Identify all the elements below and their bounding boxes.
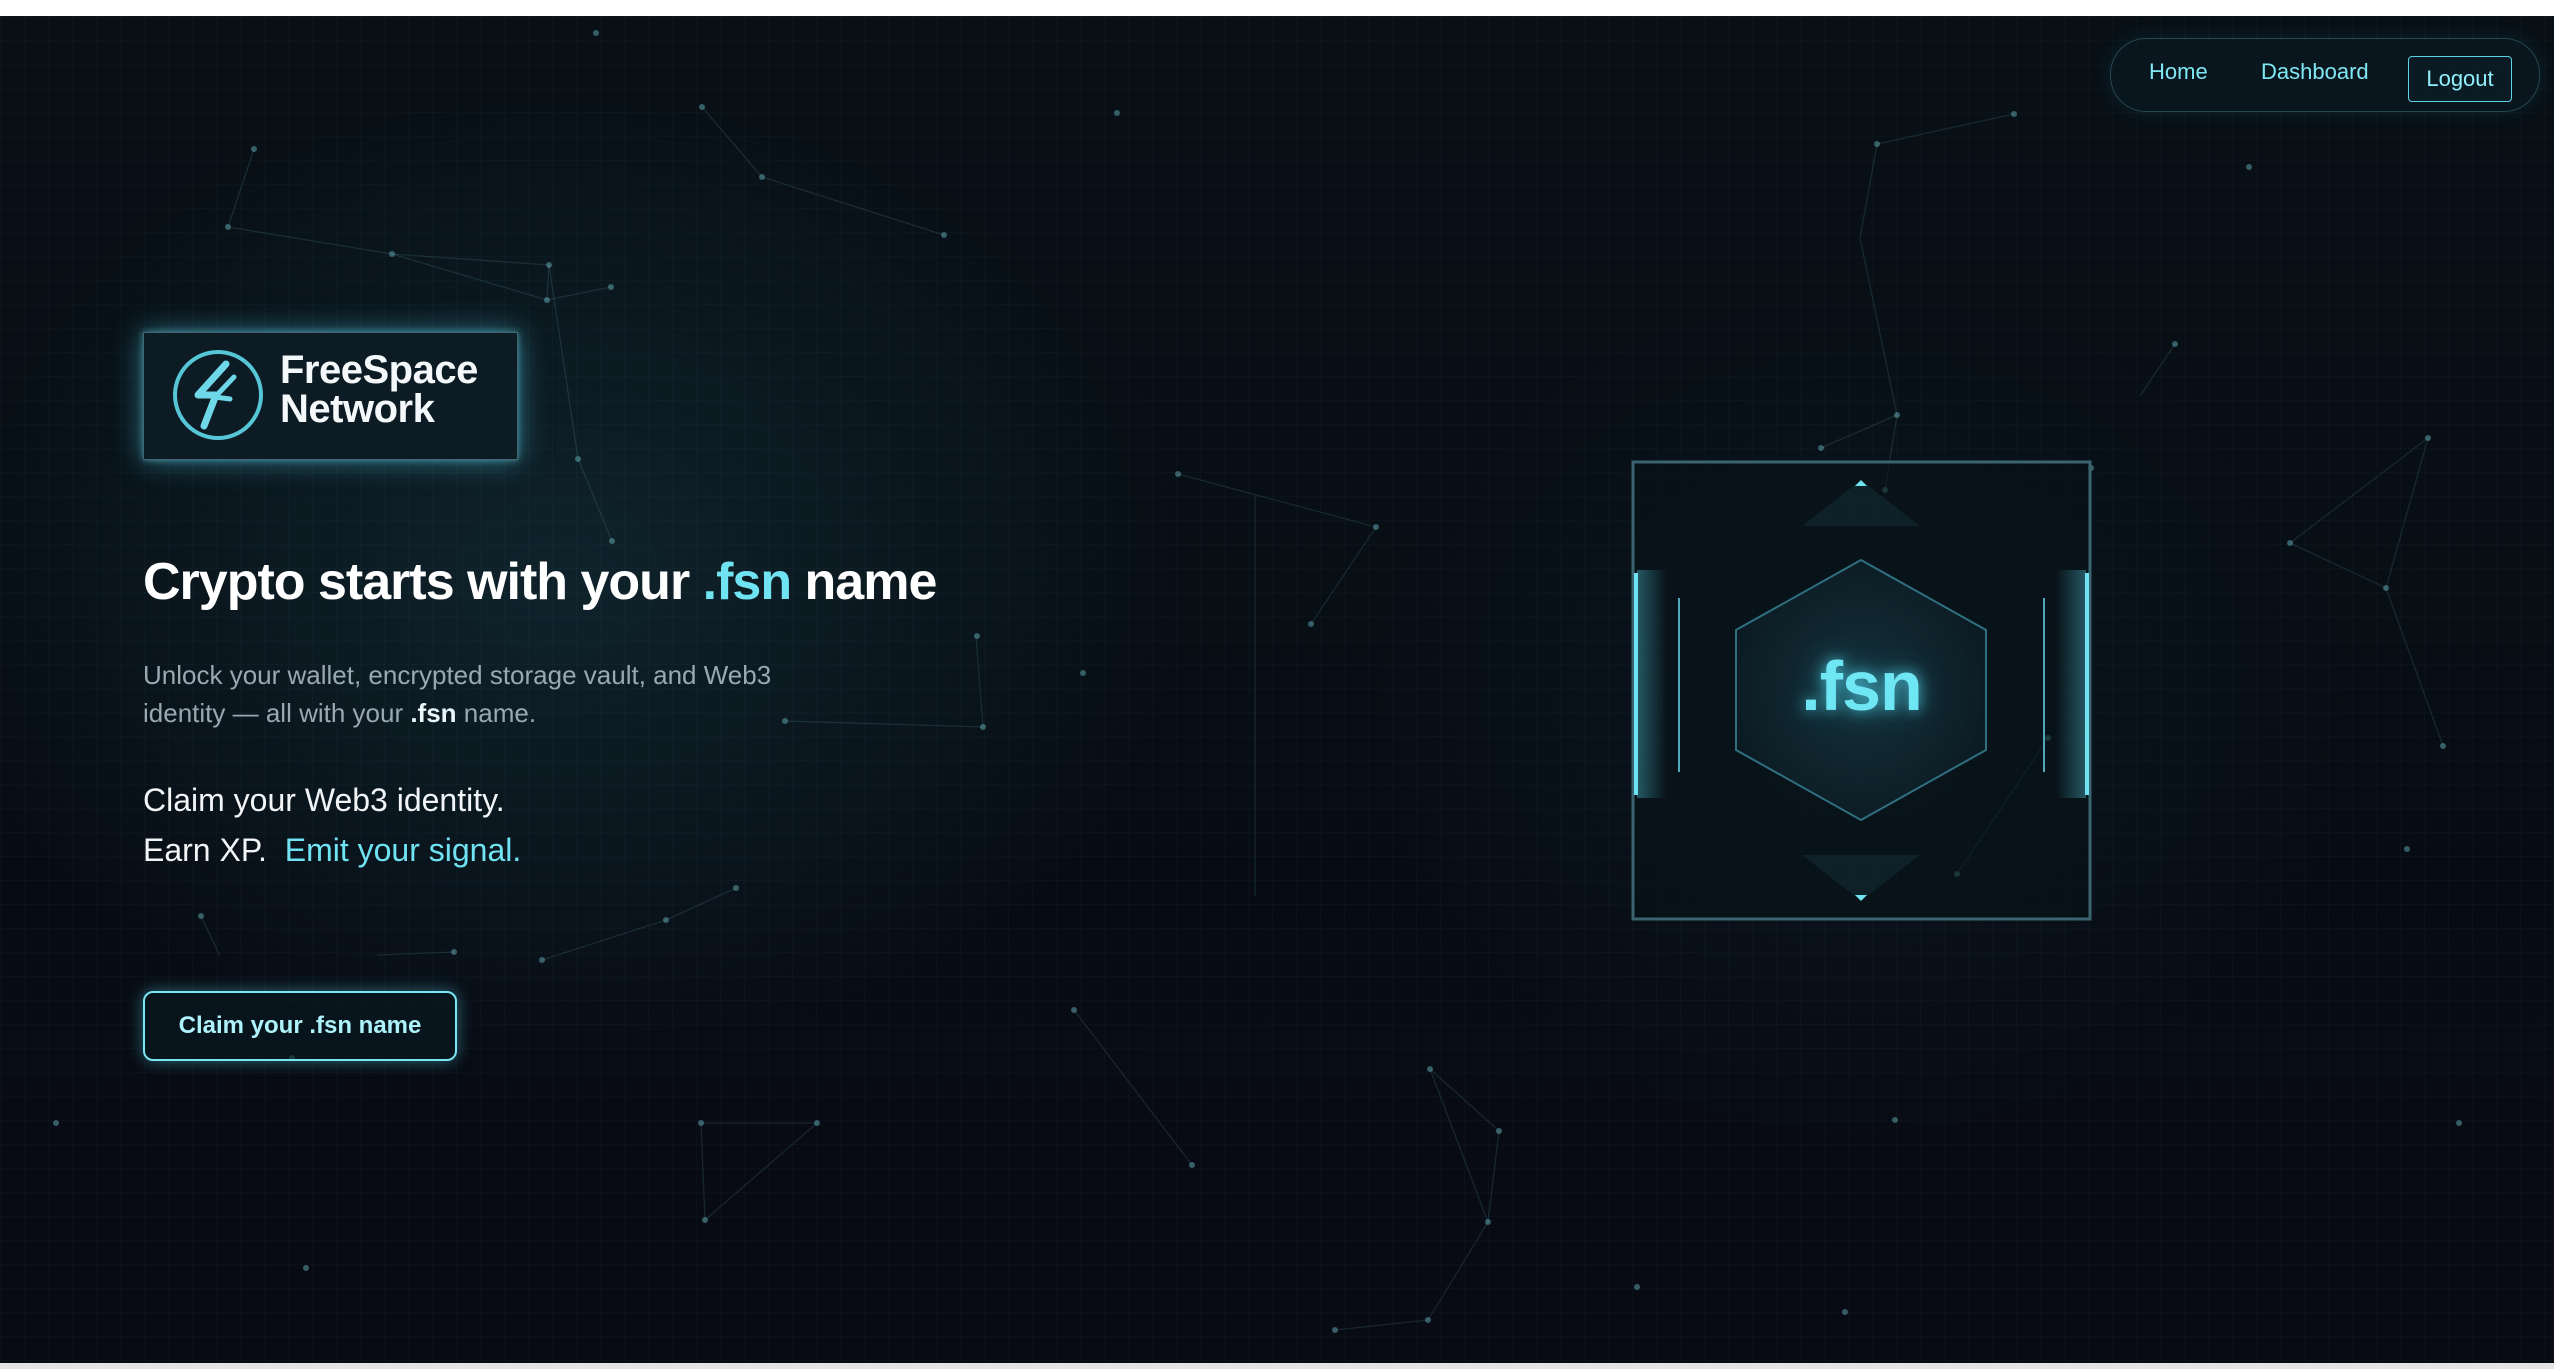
description-end: name. (456, 698, 537, 728)
brand-logo[interactable]: FreeSpace Network (143, 332, 518, 460)
hero-headline: Crypto starts with your .fsn name (143, 552, 938, 612)
nav-dashboard-link[interactable]: Dashboard (2261, 59, 2369, 85)
fsn-emblem: .fsn (1631, 460, 2092, 921)
lightning-circle-logo-icon (173, 350, 263, 440)
emit-signal-text: Emit your signal. (284, 832, 522, 868)
brand-name-line2: Network (280, 387, 435, 431)
hero-description: Unlock your wallet, encrypted storage va… (143, 656, 843, 732)
nav-home-link[interactable]: Home (2149, 59, 2208, 85)
claim-identity-text: Claim your Web3 identity. (143, 782, 505, 818)
earn-xp-line: Earn XP. Emit your signal. (143, 832, 521, 869)
earn-xp-text: Earn XP. (143, 832, 267, 868)
emblem-label: .fsn (1801, 647, 1922, 725)
window-bottom-edge (0, 1363, 2554, 1369)
headline-text-start: Crypto starts with your (143, 553, 703, 611)
brand-name-line1: FreeSpace (280, 348, 478, 392)
headline-accent: .fsn (702, 553, 792, 611)
page-background: Home Dashboard Logout FreeSpace Network … (0, 16, 2554, 1363)
headline-text-end: name (791, 553, 938, 611)
top-nav: Home Dashboard Logout (2110, 38, 2540, 112)
description-bold: .fsn (410, 698, 457, 728)
brand-name: FreeSpace Network (280, 348, 478, 431)
logout-button[interactable]: Logout (2408, 56, 2512, 102)
claim-name-button[interactable]: Claim your .fsn name (143, 991, 457, 1061)
